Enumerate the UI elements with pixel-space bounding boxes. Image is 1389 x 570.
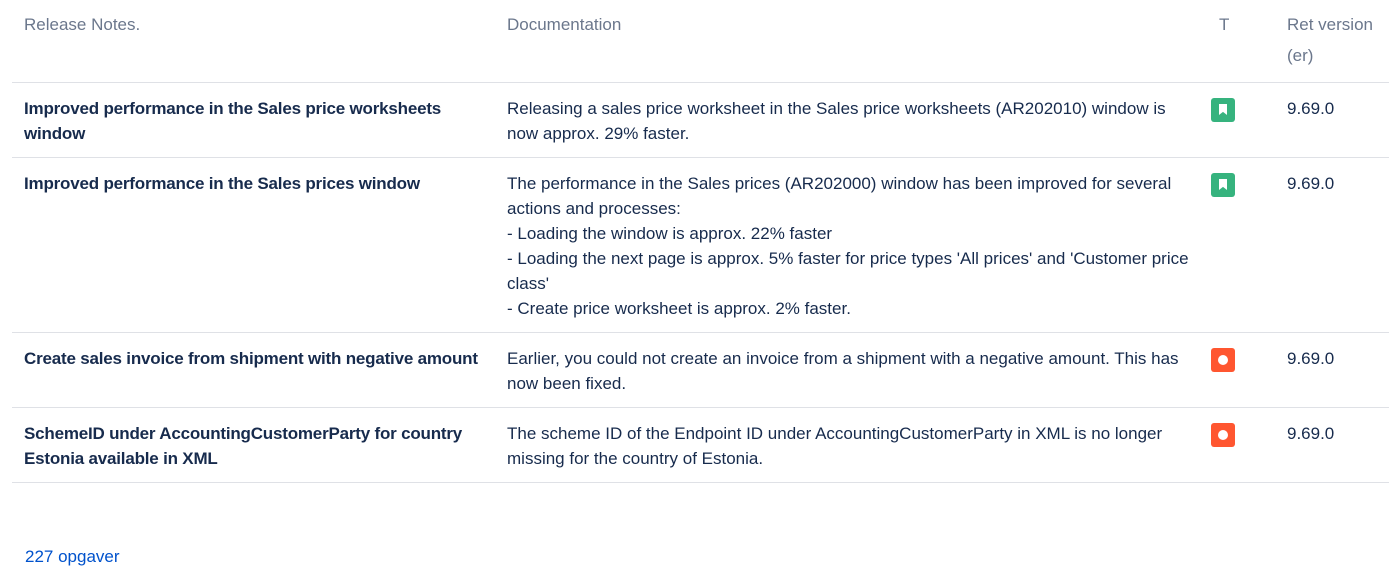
- issue-documentation: Releasing a sales price worksheet in the…: [495, 82, 1207, 158]
- improvement-icon: [1211, 98, 1235, 122]
- issue-summary[interactable]: SchemeID under AccountingCustomerParty f…: [12, 407, 495, 483]
- fix-version: 9.69.0: [1275, 82, 1389, 158]
- documentation-line: Releasing a sales price worksheet in the…: [507, 99, 1166, 143]
- issue-type: [1207, 82, 1275, 158]
- table-header-row: Release Notes. Documentation T Ret versi…: [12, 0, 1389, 83]
- improvement-icon: [1211, 173, 1235, 197]
- issue-summary[interactable]: Create sales invoice from shipment with …: [12, 332, 495, 408]
- bug-icon: [1211, 348, 1235, 372]
- column-header-version[interactable]: Ret version (er): [1275, 0, 1389, 83]
- table-row[interactable]: Improved performance in the Sales prices…: [12, 157, 1389, 333]
- issue-summary[interactable]: Improved performance in the Sales prices…: [12, 157, 495, 333]
- issue-documentation: The scheme ID of the Endpoint ID under A…: [495, 407, 1207, 483]
- documentation-line: - Loading the next page is approx. 5% fa…: [507, 249, 1189, 293]
- table-row[interactable]: SchemeID under AccountingCustomerParty f…: [12, 407, 1389, 483]
- documentation-line: - Loading the window is approx. 22% fast…: [507, 224, 833, 243]
- documentation-line: Earlier, you could not create an invoice…: [507, 349, 1179, 393]
- issues-table: Release Notes. Documentation T Ret versi…: [12, 0, 1389, 483]
- fix-version: 9.69.0: [1275, 157, 1389, 333]
- issue-documentation: Earlier, you could not create an invoice…: [495, 332, 1207, 408]
- table-row[interactable]: Improved performance in the Sales price …: [12, 82, 1389, 158]
- table-row[interactable]: Create sales invoice from shipment with …: [12, 332, 1389, 408]
- column-header-documentation[interactable]: Documentation: [495, 0, 1207, 83]
- issue-table-view: Release Notes. Documentation T Ret versi…: [0, 0, 1389, 570]
- documentation-line: - Create price worksheet is approx. 2% f…: [507, 299, 851, 318]
- issue-count-link[interactable]: 227 opgaver: [25, 547, 120, 567]
- issue-documentation: The performance in the Sales prices (AR2…: [495, 157, 1207, 333]
- bug-icon: [1211, 423, 1235, 447]
- fix-version: 9.69.0: [1275, 332, 1389, 408]
- issue-type: [1207, 407, 1275, 483]
- issue-type: [1207, 332, 1275, 408]
- fix-version: 9.69.0: [1275, 407, 1389, 483]
- column-header-release-notes[interactable]: Release Notes.: [12, 0, 495, 83]
- issue-type: [1207, 157, 1275, 333]
- documentation-line: The performance in the Sales prices (AR2…: [507, 174, 1172, 218]
- issue-summary[interactable]: Improved performance in the Sales price …: [12, 82, 495, 158]
- documentation-line: The scheme ID of the Endpoint ID under A…: [507, 424, 1163, 468]
- column-header-type[interactable]: T: [1207, 0, 1275, 83]
